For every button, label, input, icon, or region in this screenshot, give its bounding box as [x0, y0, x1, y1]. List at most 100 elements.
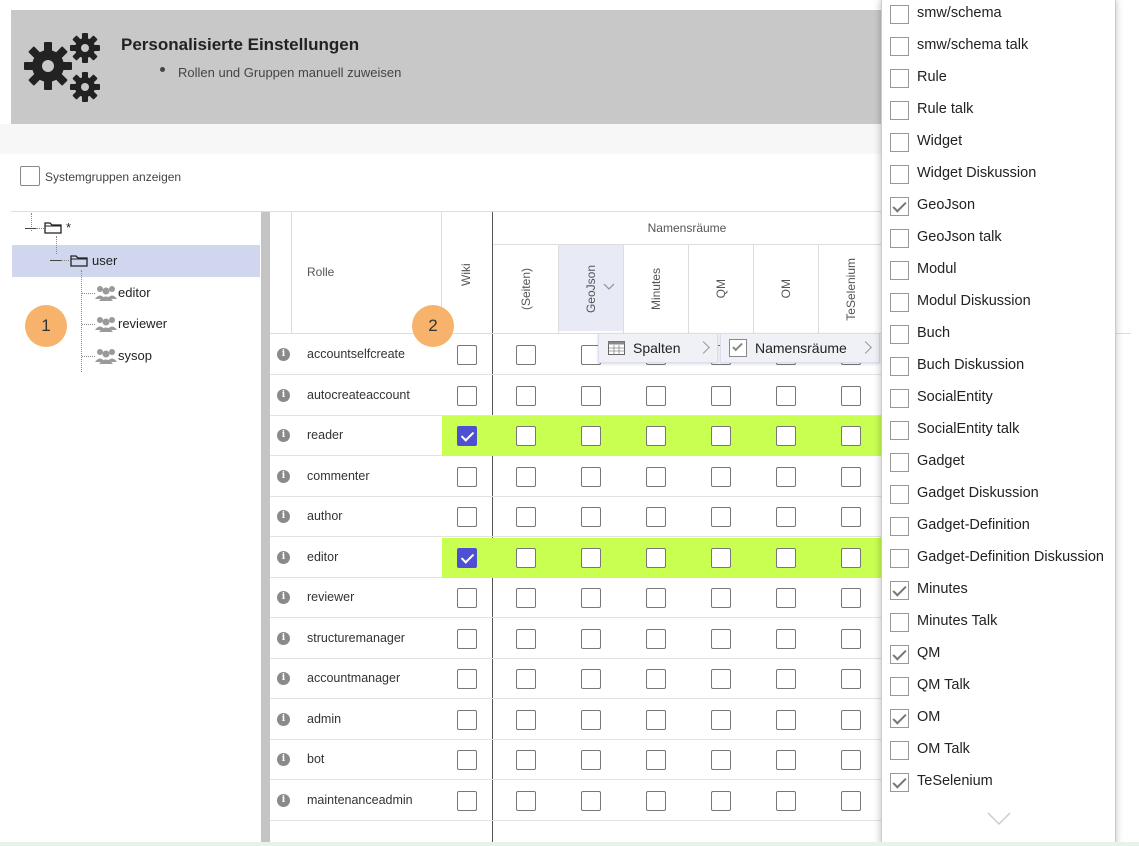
namespace-option[interactable]: Widget	[882, 127, 1115, 159]
tree-node-group[interactable]: sysop	[118, 348, 152, 363]
namespace-checkbox[interactable]	[646, 547, 666, 568]
namespace-checkbox[interactable]	[581, 547, 601, 568]
namespace-checkbox[interactable]	[581, 790, 601, 811]
namespace-option[interactable]: Minutes Talk	[882, 607, 1115, 639]
info-icon[interactable]: i	[277, 793, 290, 807]
namespace-checkbox[interactable]	[776, 547, 796, 568]
wiki-checkbox[interactable]	[457, 507, 477, 527]
namespace-checkbox[interactable]	[776, 385, 796, 406]
namespace-checkbox[interactable]	[711, 466, 731, 487]
info-icon[interactable]: i	[277, 429, 290, 442]
wiki-checkbox[interactable]	[457, 750, 477, 770]
namespace-option[interactable]: Widget Diskussion	[882, 159, 1115, 191]
namespace-option[interactable]: TeSelenium	[882, 767, 1115, 799]
namespace-checkbox[interactable]	[841, 628, 861, 649]
namespace-checkbox[interactable]	[581, 628, 601, 649]
namespace-option[interactable]: smw/schema	[882, 0, 1115, 31]
namespace-option[interactable]: Buch	[882, 319, 1115, 351]
namespace-checkbox[interactable]	[581, 466, 601, 487]
namespace-checkbox[interactable]	[841, 750, 861, 770]
info-icon[interactable]: i	[277, 510, 290, 523]
namespace-option-checkbox[interactable]	[890, 453, 909, 472]
namespace-checkbox[interactable]	[711, 385, 731, 406]
namespace-checkbox[interactable]	[776, 669, 796, 689]
namespace-option-checkbox[interactable]	[890, 165, 909, 184]
ns-column-header[interactable]: QM	[688, 245, 753, 333]
wiki-checkbox[interactable]	[457, 790, 477, 811]
namespace-checkbox[interactable]	[841, 466, 861, 487]
wiki-checkbox[interactable]	[457, 426, 477, 446]
namespace-checkbox[interactable]	[646, 588, 666, 608]
namespace-option-checkbox[interactable]	[890, 101, 909, 120]
wiki-checkbox[interactable]	[457, 385, 477, 406]
ns-column-header[interactable]: Minutes	[623, 245, 688, 333]
namespace-checkbox[interactable]	[711, 750, 731, 770]
namespace-option[interactable]: Gadget	[882, 447, 1115, 479]
chevron-down-icon[interactable]	[987, 811, 1011, 827]
namespace-option[interactable]: SocialEntity	[882, 383, 1115, 415]
namespace-checkbox[interactable]	[646, 709, 666, 730]
namespace-option[interactable]: SocialEntity talk	[882, 415, 1115, 447]
namespace-option[interactable]: QM	[882, 639, 1115, 671]
ns-column-header[interactable]: TeSelenium	[818, 245, 883, 333]
namespace-checkbox[interactable]	[516, 507, 536, 527]
namespace-checkbox[interactable]	[841, 426, 861, 446]
namespace-option[interactable]: Minutes	[882, 575, 1115, 607]
namespace-option-checkbox[interactable]	[890, 741, 909, 760]
namespace-option-checkbox[interactable]	[890, 325, 909, 344]
namespace-checkbox[interactable]	[776, 426, 796, 446]
namespace-checkbox[interactable]	[776, 507, 796, 527]
namespace-checkbox[interactable]	[776, 750, 796, 770]
namespace-checkbox[interactable]	[581, 669, 601, 689]
namespace-checkbox[interactable]	[841, 385, 861, 406]
namespace-checkbox[interactable]	[581, 426, 601, 446]
wiki-checkbox[interactable]	[457, 466, 477, 487]
namespace-option-checkbox[interactable]	[890, 581, 909, 600]
namespace-option[interactable]: smw/schema talk	[882, 31, 1115, 63]
namespace-checkbox[interactable]	[581, 709, 601, 730]
namespace-checkbox[interactable]	[711, 628, 731, 649]
namespace-option[interactable]: Rule talk	[882, 95, 1115, 127]
namespace-option[interactable]: Gadget Diskussion	[882, 479, 1115, 511]
namespace-option[interactable]: QM Talk	[882, 671, 1115, 703]
pane-splitter[interactable]	[261, 212, 270, 846]
info-icon[interactable]: i	[277, 631, 290, 645]
namespace-checkbox[interactable]	[581, 385, 601, 406]
namespace-option[interactable]: Buch Diskussion	[882, 351, 1115, 383]
namespace-checkbox[interactable]	[776, 628, 796, 649]
wiki-checkbox[interactable]	[457, 547, 477, 568]
namespace-checkbox[interactable]	[776, 709, 796, 730]
namespace-checkbox[interactable]	[646, 507, 666, 527]
namespace-checkbox[interactable]	[776, 466, 796, 487]
namespace-option-checkbox[interactable]	[890, 357, 909, 376]
namespace-option-checkbox[interactable]	[890, 421, 909, 440]
namespace-checkbox[interactable]	[841, 669, 861, 689]
namespace-checkbox[interactable]	[841, 547, 861, 568]
role-column-header[interactable]: Rolle	[307, 265, 334, 279]
tree-node-group[interactable]: editor	[118, 285, 151, 300]
namespace-checkbox[interactable]	[711, 790, 731, 811]
namespace-option-checkbox[interactable]	[890, 133, 909, 152]
collapse-icon[interactable]	[50, 260, 61, 261]
wiki-checkbox[interactable]	[457, 628, 477, 649]
namespace-option-checkbox[interactable]	[890, 389, 909, 408]
namespace-option-checkbox[interactable]	[890, 549, 909, 568]
namespace-checkbox[interactable]	[646, 466, 666, 487]
namespace-checkbox[interactable]	[841, 709, 861, 730]
ns-column-header[interactable]: OM	[753, 245, 818, 333]
info-icon[interactable]: i	[277, 348, 290, 361]
namespace-option-checkbox[interactable]	[890, 229, 909, 248]
namespace-option[interactable]: Rule	[882, 63, 1115, 95]
namespace-checkbox[interactable]	[516, 588, 536, 608]
info-icon[interactable]: i	[277, 591, 290, 604]
namespace-checkbox[interactable]	[711, 547, 731, 568]
namespace-checkbox[interactable]	[516, 466, 536, 487]
namespace-checkbox[interactable]	[516, 345, 536, 365]
namespace-option-checkbox[interactable]	[890, 709, 909, 728]
namespace-checkbox[interactable]	[516, 669, 536, 689]
namespace-option[interactable]: Gadget-Definition	[882, 511, 1115, 543]
system-groups-label[interactable]: Systemgruppen anzeigen	[45, 170, 181, 184]
namespace-option[interactable]: GeoJson	[882, 191, 1115, 223]
info-icon[interactable]: i	[277, 712, 290, 726]
namespace-checkbox[interactable]	[711, 507, 731, 527]
